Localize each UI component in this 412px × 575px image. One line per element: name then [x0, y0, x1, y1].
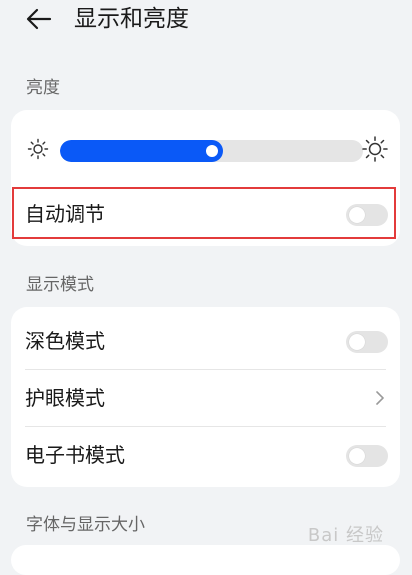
toggle-knob	[349, 334, 365, 350]
auto-adjust-label: 自动调节	[25, 202, 105, 226]
sun-small-icon	[27, 138, 49, 160]
dark-mode-toggle[interactable]	[346, 331, 388, 353]
back-arrow-icon[interactable]	[26, 7, 52, 31]
toggle-knob	[349, 207, 365, 223]
chevron-right-icon	[376, 391, 384, 405]
ebook-mode-toggle[interactable]	[346, 445, 388, 467]
auto-adjust-row[interactable]: 自动调节	[11, 188, 400, 244]
ebook-mode-label: 电子书模式	[25, 443, 125, 467]
section-label-display-mode: 显示模式	[26, 275, 94, 295]
brightness-slider[interactable]	[60, 140, 363, 162]
auto-adjust-toggle[interactable]	[346, 204, 388, 226]
section-label-font-size: 字体与显示大小	[26, 515, 145, 535]
font-size-card	[11, 545, 400, 575]
eye-comfort-row[interactable]: 护眼模式	[11, 370, 400, 426]
header: 显示和亮度	[0, 0, 412, 40]
ebook-mode-row[interactable]: 电子书模式	[11, 427, 400, 483]
display-mode-card: 深色模式 护眼模式 电子书模式	[11, 307, 400, 487]
watermark: Bai 经验	[307, 525, 384, 546]
brightness-slider-row	[11, 110, 400, 186]
eye-comfort-label: 护眼模式	[25, 386, 105, 410]
page-title: 显示和亮度	[74, 6, 189, 32]
section-label-brightness: 亮度	[26, 78, 60, 98]
sun-large-icon	[362, 136, 388, 162]
dark-mode-row[interactable]: 深色模式	[11, 313, 400, 369]
toggle-knob	[349, 448, 365, 464]
brightness-slider-thumb[interactable]	[206, 145, 218, 157]
brightness-slider-fill	[60, 140, 223, 162]
dark-mode-label: 深色模式	[25, 329, 105, 353]
brightness-card: 自动调节	[11, 110, 400, 246]
